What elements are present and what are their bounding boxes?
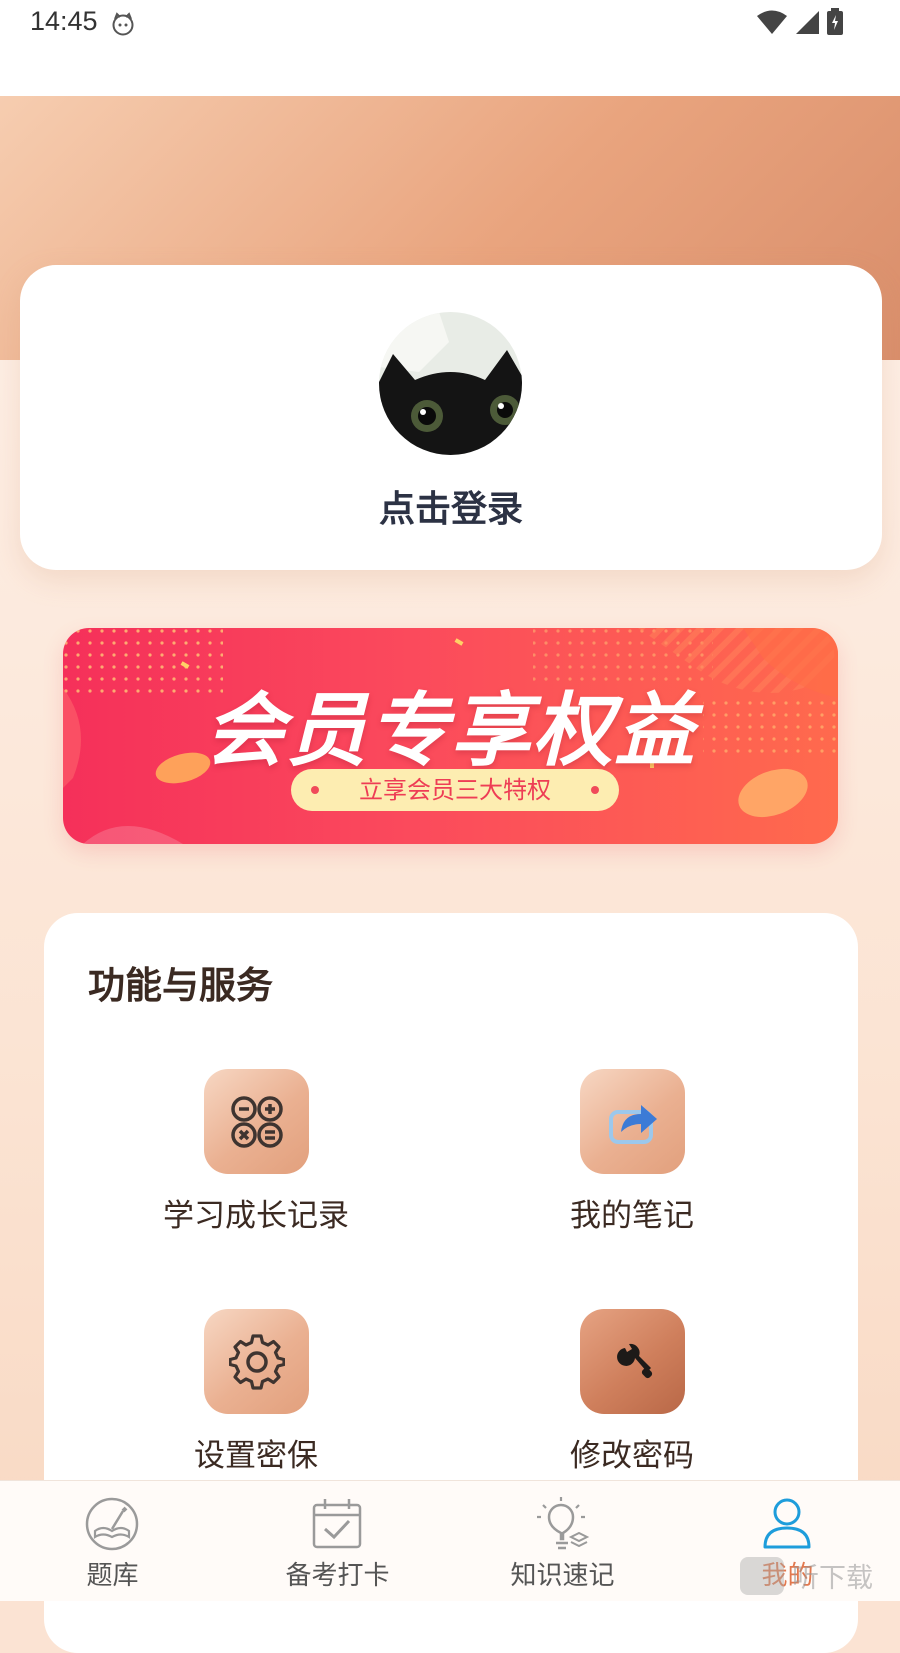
book-quill-icon	[85, 1497, 139, 1551]
service-security-question[interactable]: 设置密保	[106, 1309, 406, 1475]
service-label: 学习成长记录	[163, 1198, 349, 1234]
banner-subtitle-pill[interactable]: 立享会员三大特权	[291, 769, 619, 811]
service-icon-tile[interactable]	[579, 1069, 685, 1174]
pill-dot	[591, 786, 599, 794]
watermark: 听下载	[740, 1556, 873, 1595]
tab-exam-checkin[interactable]: 备考打卡	[225, 1481, 450, 1601]
service-label: 设置密保	[194, 1438, 318, 1474]
pill-dot	[311, 786, 319, 794]
avatar[interactable]	[379, 312, 522, 455]
status-bar: 14:45	[0, 0, 900, 96]
battery-icon	[827, 8, 843, 35]
share-icon	[608, 1105, 657, 1144]
tab-label: 知识速记	[510, 1561, 615, 1591]
service-my-notes[interactable]: 我的笔记	[482, 1069, 782, 1235]
tab-label: 备考打卡	[285, 1561, 390, 1591]
watermark-logo-icon	[740, 1556, 784, 1595]
gear-icon	[228, 1334, 285, 1390]
cat-avatar-image	[379, 312, 522, 455]
service-label: 我的笔记	[570, 1198, 694, 1234]
lightbulb-icon	[537, 1497, 590, 1550]
service-icon-tile[interactable]	[203, 1309, 309, 1414]
login-prompt[interactable]: 点击登录	[20, 480, 882, 532]
wrench-icon	[616, 1343, 652, 1379]
service-change-password[interactable]: 修改密码	[482, 1309, 782, 1475]
status-icons	[756, 8, 844, 36]
signal-icon	[796, 11, 819, 34]
wifi-icon	[757, 10, 787, 34]
membership-banner[interactable]: 会员专享权益 立享会员三大特权	[63, 628, 838, 844]
tab-label: 题库	[86, 1561, 139, 1591]
tab-question-bank[interactable]: 题库	[0, 1481, 225, 1601]
banner-subtitle: 立享会员三大特权	[359, 776, 551, 804]
cat-status-icon	[112, 12, 134, 36]
watermark-text: 听下载	[792, 1563, 873, 1594]
login-card[interactable]: 点击登录	[20, 265, 882, 570]
service-icon-tile[interactable]	[203, 1069, 309, 1174]
service-icon-tile[interactable]	[579, 1309, 685, 1414]
banner-title: 会员专享权益	[204, 684, 697, 777]
calculator-icon	[230, 1096, 283, 1148]
services-title: 功能与服务	[88, 964, 273, 1007]
tab-knowledge-memo[interactable]: 知识速记	[450, 1481, 675, 1601]
service-label: 修改密码	[570, 1438, 694, 1474]
calendar-check-icon	[312, 1499, 362, 1549]
person-icon	[763, 1498, 811, 1549]
service-growth-record[interactable]: 学习成长记录	[106, 1069, 406, 1235]
status-time: 14:45	[30, 6, 98, 36]
